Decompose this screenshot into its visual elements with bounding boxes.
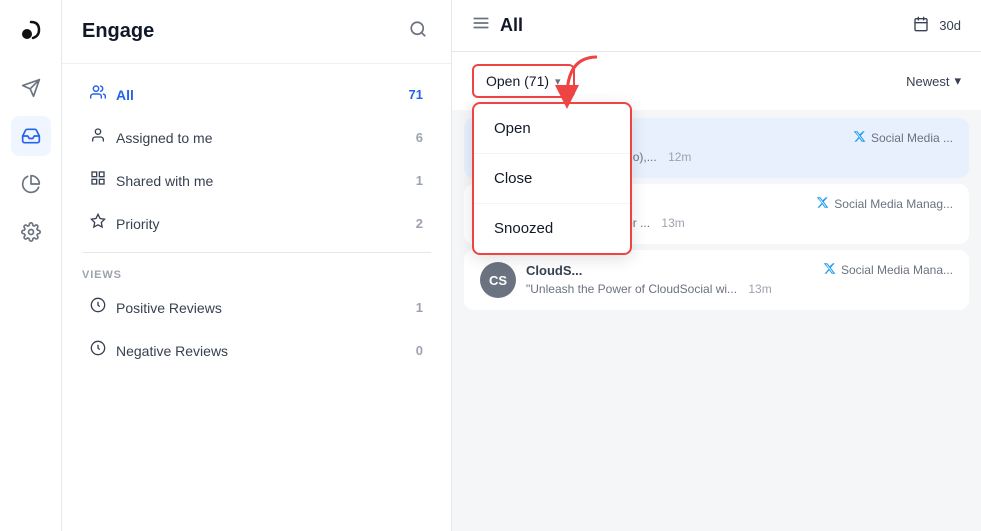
sort-label: Newest	[906, 74, 949, 89]
avatar: CS	[480, 262, 516, 298]
conv-time: 12m	[668, 150, 691, 164]
sort-chevron-icon: ▾	[954, 73, 961, 89]
sidebar-item-priority-count: 2	[416, 216, 423, 231]
sidebar-title: Engage	[82, 20, 154, 43]
conversation-card[interactable]: CS CloudS... Social Media Mana... "Unl	[464, 250, 969, 310]
sidebar-item-all[interactable]: All 71	[70, 74, 443, 115]
sidebar-item-negative-reviews[interactable]: Negative Reviews 0	[70, 330, 443, 371]
conv-top: CloudS... Social Media Mana...	[526, 262, 953, 278]
shared-icon	[90, 170, 106, 191]
filter-bar: Open (71) ▾ Open Close Snoozed Newest ▾	[452, 52, 981, 110]
nav-divider	[82, 252, 431, 253]
calendar-icon	[913, 16, 929, 36]
inbox-nav-button[interactable]	[11, 116, 51, 156]
conv-platform-text: Social Media Mana...	[841, 263, 953, 277]
sidebar-item-positive-count: 1	[416, 300, 423, 315]
conv-time: 13m	[748, 282, 771, 296]
twitter-icon	[853, 130, 866, 146]
status-filter-label: Open (71)	[486, 73, 549, 89]
views-label: VIEWS	[62, 261, 451, 285]
assigned-icon	[90, 127, 106, 148]
conv-name: CloudS...	[526, 263, 582, 278]
status-filter-wrapper: Open (71) ▾ Open Close Snoozed	[472, 64, 575, 98]
main-header: All 30d	[452, 0, 981, 52]
conv-platform: Social Media ...	[853, 130, 953, 146]
status-dropdown-menu: Open Close Snoozed	[472, 102, 632, 255]
main-header-right: 30d	[913, 16, 961, 36]
settings-nav-button[interactable]	[11, 212, 51, 252]
sidebar-item-assigned-count: 6	[416, 130, 423, 145]
chevron-down-icon: ▾	[555, 75, 561, 88]
sidebar-item-positive-label: Positive Reviews	[116, 300, 222, 316]
dropdown-option-open[interactable]: Open	[474, 104, 630, 154]
sidebar-item-all-label: All	[116, 87, 134, 103]
sidebar-nav: All 71 Assigned to me 6	[62, 64, 451, 381]
conv-body: CS CloudS... Social Media Mana... "Unl	[480, 262, 953, 298]
conv-content: CloudS... Social Media Mana... "Unleash …	[526, 262, 953, 296]
send-nav-button[interactable]	[11, 68, 51, 108]
twitter-icon	[823, 262, 836, 278]
sidebar-item-negative-label: Negative Reviews	[116, 343, 228, 359]
sidebar-item-assigned-label: Assigned to me	[116, 130, 213, 146]
conv-time: 13m	[661, 216, 684, 230]
conv-platform: Social Media Manag...	[816, 196, 953, 212]
sidebar-item-shared-count: 1	[416, 173, 423, 188]
sidebar-item-positive-reviews[interactable]: Positive Reviews 1	[70, 287, 443, 328]
sidebar-item-shared-label: Shared with me	[116, 173, 213, 189]
twitter-icon	[816, 196, 829, 212]
dropdown-option-snoozed[interactable]: Snoozed	[474, 204, 630, 253]
positive-reviews-icon	[90, 297, 106, 318]
conv-platform: Social Media Mana...	[823, 262, 953, 278]
sidebar-item-shared[interactable]: Shared with me 1	[70, 160, 443, 201]
all-icon	[90, 84, 106, 105]
sidebar-item-negative-count: 0	[416, 343, 423, 358]
main-title: All	[500, 15, 523, 36]
hamburger-icon[interactable]	[472, 14, 490, 37]
dropdown-option-close[interactable]: Close	[474, 154, 630, 204]
search-button[interactable]	[405, 16, 431, 47]
priority-icon	[90, 213, 106, 234]
conv-platform-text: Social Media ...	[871, 131, 953, 145]
analytics-nav-button[interactable]	[11, 164, 51, 204]
main-header-left: All	[472, 14, 523, 37]
sidebar-header: Engage	[62, 0, 451, 64]
sidebar-item-assigned[interactable]: Assigned to me 6	[70, 117, 443, 158]
date-range: 30d	[939, 18, 961, 33]
icon-bar	[0, 0, 62, 531]
sidebar-item-all-count: 71	[409, 87, 423, 102]
sidebar-item-priority[interactable]: Priority 2	[70, 203, 443, 244]
main-panel: All 30d Open (71) ▾ Open Clo	[452, 0, 981, 531]
conv-platform-text: Social Media Manag...	[834, 197, 953, 211]
sidebar-item-priority-label: Priority	[116, 216, 160, 232]
negative-reviews-icon	[90, 340, 106, 361]
conv-preview: "Unleash the Power of CloudSocial wi... …	[526, 282, 953, 296]
status-filter-button[interactable]: Open (71) ▾	[472, 64, 575, 98]
logo-icon[interactable]	[17, 16, 45, 50]
sort-button[interactable]: Newest ▾	[906, 73, 961, 89]
sidebar: Engage All 71	[62, 0, 452, 531]
